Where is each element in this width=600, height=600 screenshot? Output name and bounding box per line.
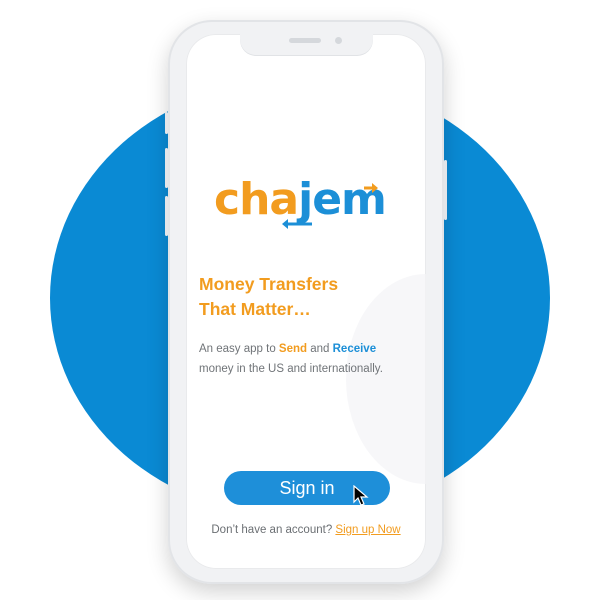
headline-line-1: Money Transfers	[199, 274, 339, 294]
description-and: and	[307, 343, 333, 355]
power-button	[444, 160, 447, 220]
mute-switch	[165, 112, 168, 134]
phone-screen: chajem Money Transfers That Matter… An e…	[186, 34, 426, 569]
signup-prompt: Don’t have an account?	[211, 524, 336, 536]
notch	[240, 34, 373, 55]
volume-up-button	[165, 148, 168, 188]
description-prefix: An easy app to	[199, 343, 279, 355]
headline-line-2: That Matter…	[199, 299, 311, 319]
front-camera	[335, 37, 342, 44]
sign-up-link[interactable]: Sign up Now	[335, 524, 400, 536]
volume-down-button	[165, 196, 168, 236]
description: An easy app to Send and Receive money in…	[199, 339, 421, 379]
headline: Money Transfers That Matter…	[199, 272, 419, 322]
app-logo: chajem	[214, 174, 394, 234]
description-suffix: money in the US and internationally.	[199, 363, 383, 375]
logo-arrows-icon	[282, 183, 378, 229]
arrow-pointer-icon	[353, 485, 369, 506]
receive-keyword: Receive	[332, 343, 377, 355]
signup-row: Don’t have an account? Sign up Now	[186, 524, 426, 536]
speaker-grille	[289, 38, 321, 43]
send-keyword: Send	[278, 343, 308, 355]
